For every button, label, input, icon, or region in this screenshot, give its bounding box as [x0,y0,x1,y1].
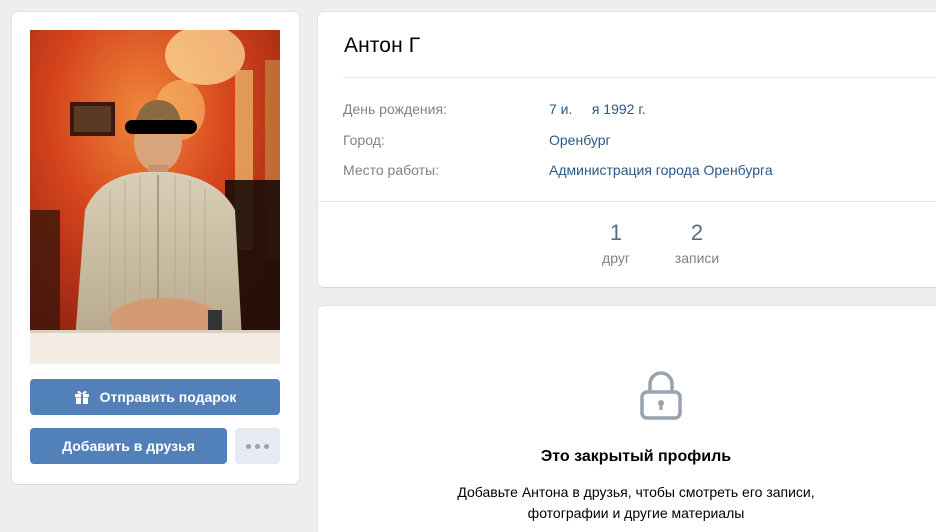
work-link[interactable]: Администрация города Оренбурга [549,161,773,179]
friends-counter[interactable]: 1 друг [576,220,656,266]
add-friend-button[interactable]: Добавить в друзья [30,428,227,464]
friends-label: друг [602,250,630,266]
lock-icon [640,371,682,420]
send-gift-button[interactable]: Отправить подарок [30,379,280,415]
send-gift-label: Отправить подарок [99,389,237,405]
birthday-label: День рождения: [343,101,447,117]
divider [343,77,936,78]
profile-info-card: Антон Г День рождения: 7 и. я 1992 г. Го… [318,12,936,287]
work-label: Место работы: [343,162,439,178]
profile-sidebar-card: Отправить подарок Добавить в друзья [12,12,299,484]
private-profile-title: Это закрытый профиль [540,448,732,465]
more-dots-icon [246,443,251,449]
friends-count: 1 [609,220,623,245]
private-text-line-2: фотографии и другие материалы [527,505,745,521]
birthday-value[interactable]: 7 и. я 1992 г. [549,100,646,118]
city-link[interactable]: Оренбург [549,131,611,149]
profile-page: Отправить подарок Добавить в друзья Анто… [0,0,936,532]
private-profile-description: Добавьте Антона в друзья, чтобы смотреть… [268,482,936,524]
profile-photo[interactable] [30,30,280,364]
posts-label: записи [674,250,720,266]
posts-count: 2 [690,220,704,245]
private-profile-card: Это закрытый профиль Добавьте Антона в д… [318,306,936,532]
divider [318,201,936,202]
profile-photo-image [30,30,280,364]
add-friend-label: Добавить в друзья [62,438,195,454]
gift-icon [74,390,89,404]
name-redaction [422,30,512,52]
more-dot [255,443,260,449]
posts-counter[interactable]: 2 записи [657,220,737,266]
profile-name: Антон Г [344,34,421,57]
city-label: Город: [343,132,385,148]
private-text-line-1: Добавьте Антона в друзья, чтобы смотреть… [457,484,815,500]
